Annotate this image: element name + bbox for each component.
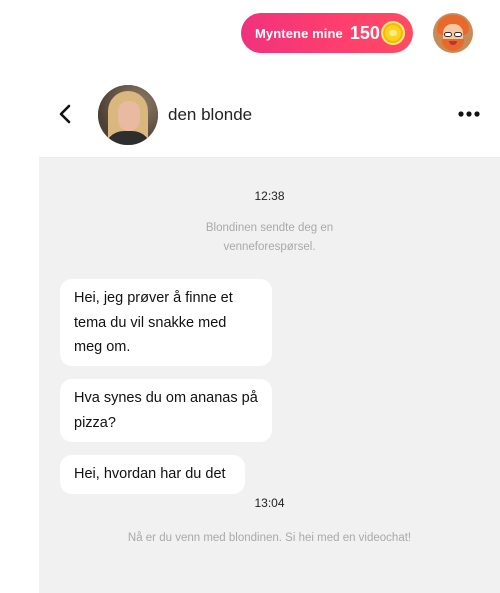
- contact-avatar[interactable]: [98, 85, 158, 145]
- coins-label: Myntene mine: [255, 25, 343, 41]
- contact-avatar-face: [118, 101, 140, 131]
- message-bubble: Hei, hvordan har du det: [60, 455, 245, 494]
- message-timestamp: 13:04: [254, 496, 285, 510]
- coins-count: 150: [349, 22, 380, 43]
- coin-icon: [381, 21, 405, 45]
- contact-name[interactable]: den blonde: [168, 105, 252, 125]
- user-avatar-glasses-right: [454, 32, 462, 37]
- left-sidebar-strip: [0, 70, 39, 593]
- user-avatar-glasses-left: [444, 32, 452, 37]
- chevron-left-icon[interactable]: [55, 103, 77, 125]
- top-bar: Myntene mine 150: [0, 0, 500, 70]
- message-bubble: Hei, jeg prøver å finne et tema du vil s…: [60, 279, 272, 366]
- user-avatar[interactable]: [433, 13, 473, 53]
- system-note-friend-request: Blondinen sendte deg en venneforespørsel…: [205, 222, 334, 253]
- my-coins-button[interactable]: Myntene mine 150: [241, 13, 413, 53]
- message-bubble: Hva synes du om ananas på pizza?: [60, 379, 272, 442]
- message-timestamp: 12:38: [254, 189, 285, 203]
- more-dots-icon[interactable]: [456, 107, 482, 121]
- system-note-now-friends: Nå er du venn med blondinen. Si hei med …: [127, 532, 412, 544]
